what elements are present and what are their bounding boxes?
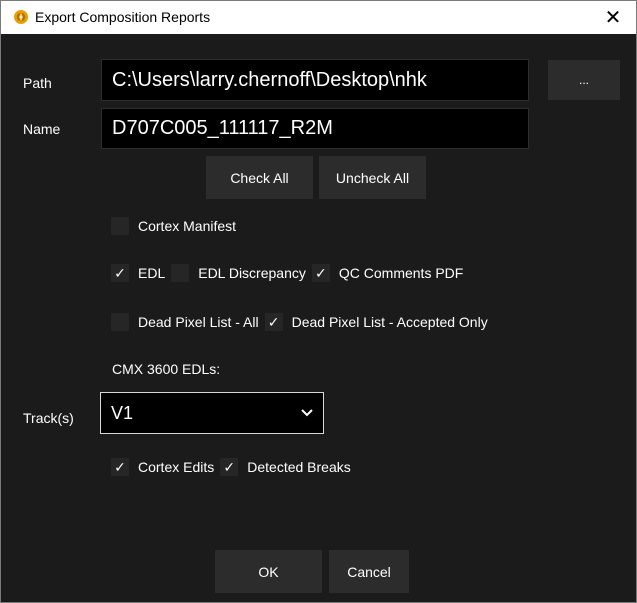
cortex-manifest-option: Cortex Manifest bbox=[111, 217, 242, 235]
browse-button-label: ... bbox=[578, 73, 589, 87]
uncheck-all-button[interactable]: Uncheck All bbox=[319, 156, 426, 199]
title-bar: Export Composition Reports ✕ bbox=[1, 1, 636, 34]
dialog-body: Path C:\Users\larry.chernoff\Desktop\nhk… bbox=[1, 34, 636, 602]
dead-pixel-accepted-checkbox[interactable]: ✓ bbox=[264, 313, 283, 331]
ok-button-label: OK bbox=[258, 563, 279, 580]
tracks-label: Track(s) bbox=[23, 410, 74, 426]
browse-button[interactable]: ... bbox=[548, 60, 620, 100]
app-logo-icon bbox=[14, 10, 28, 24]
close-button[interactable]: ✕ bbox=[590, 1, 636, 34]
path-value: C:\Users\larry.chernoff\Desktop\nhk bbox=[112, 68, 427, 91]
dead-pixel-all-label: Dead Pixel List - All bbox=[138, 314, 259, 330]
edl-options-row: ✓ EDL EDL Discrepancy ✓ QC Comments PDF bbox=[111, 264, 469, 282]
name-input[interactable]: D707C005_111117_R2M bbox=[101, 108, 529, 149]
edl-discrepancy-label: EDL Discrepancy bbox=[198, 265, 306, 281]
cmx-section-header: CMX 3600 EDLs: bbox=[112, 361, 221, 377]
detected-breaks-checkbox[interactable]: ✓ bbox=[220, 458, 239, 476]
dead-pixel-all-checkbox[interactable] bbox=[111, 313, 129, 331]
dead-pixel-accepted-label: Dead Pixel List - Accepted Only bbox=[291, 314, 488, 330]
cmx-options-row: ✓ Cortex Edits ✓ Detected Breaks bbox=[111, 458, 357, 476]
checkmark-icon: ✓ bbox=[114, 458, 126, 475]
checkmark-icon: ✓ bbox=[223, 458, 236, 475]
detected-breaks-label: Detected Breaks bbox=[247, 459, 351, 475]
check-all-label: Check All bbox=[230, 169, 289, 186]
cortex-edits-label: Cortex Edits bbox=[138, 459, 215, 475]
check-all-button[interactable]: Check All bbox=[206, 156, 313, 199]
checkmark-icon: ✓ bbox=[315, 264, 327, 281]
window-title: Export Composition Reports bbox=[35, 9, 211, 25]
cortex-manifest-label: Cortex Manifest bbox=[138, 218, 237, 234]
cortex-manifest-checkbox[interactable] bbox=[111, 217, 129, 235]
qc-comments-pdf-label: QC Comments PDF bbox=[338, 265, 464, 281]
checkmark-icon: ✓ bbox=[114, 264, 126, 281]
ok-button[interactable]: OK bbox=[215, 550, 322, 593]
edl-checkbox[interactable]: ✓ bbox=[111, 264, 129, 282]
checkmark-icon: ✓ bbox=[267, 313, 280, 330]
qc-comments-pdf-checkbox[interactable]: ✓ bbox=[311, 264, 330, 282]
name-value: D707C005_111117_R2M bbox=[112, 117, 333, 139]
cortex-edits-checkbox[interactable]: ✓ bbox=[111, 458, 129, 476]
path-input[interactable]: C:\Users\larry.chernoff\Desktop\nhk bbox=[101, 59, 529, 101]
cancel-button[interactable]: Cancel bbox=[329, 550, 409, 593]
edl-label: EDL bbox=[138, 265, 166, 281]
tracks-dropdown[interactable]: V1 bbox=[100, 392, 324, 434]
chevron-down-icon bbox=[291, 393, 323, 433]
name-label: Name bbox=[23, 121, 61, 137]
dead-pixel-options-row: Dead Pixel List - All ✓ Dead Pixel List … bbox=[111, 313, 494, 331]
path-label: Path bbox=[23, 75, 52, 91]
close-icon: ✕ bbox=[604, 7, 622, 29]
edl-discrepancy-checkbox[interactable] bbox=[171, 264, 190, 282]
tracks-selected-value: V1 bbox=[111, 402, 134, 423]
uncheck-all-label: Uncheck All bbox=[335, 169, 410, 186]
cancel-button-label: Cancel bbox=[347, 563, 391, 580]
export-composition-reports-dialog: Export Composition Reports ✕ Path C:\Use… bbox=[0, 0, 637, 603]
